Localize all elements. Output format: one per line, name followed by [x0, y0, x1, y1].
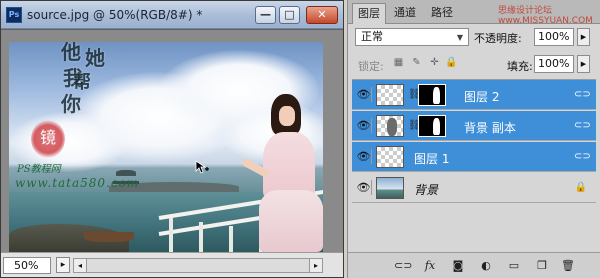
- panel-footer: ⊂⊃ fx ◙ ◐ ▭ ❐ 🗑: [348, 252, 600, 278]
- lock-all-icon[interactable]: 🔒: [445, 57, 458, 70]
- horizontal-scrollbar[interactable]: [87, 258, 309, 273]
- panel-tabs: 图层 通道 路径 思缘设计论坛 www.MISSYUAN.COM: [348, 0, 600, 26]
- site-watermark: 思缘设计论坛 www.MISSYUAN.COM: [498, 6, 593, 26]
- layer-name[interactable]: 图层 1: [414, 150, 449, 167]
- eye-icon[interactable]: 👁: [356, 180, 372, 195]
- zoom-field[interactable]: 50%: [3, 257, 51, 274]
- document-statusbar: 50% ▸ ◂ ▸: [1, 252, 343, 277]
- fill-field[interactable]: 100%: [534, 55, 574, 73]
- lock-image-icon[interactable]: ✎: [410, 57, 423, 70]
- eye-icon[interactable]: 👁: [356, 87, 372, 102]
- layer-thumbnail[interactable]: [376, 177, 404, 199]
- tab-paths[interactable]: 路径: [426, 3, 458, 24]
- tab-channels[interactable]: 通道: [389, 3, 421, 24]
- maximize-button[interactable]: □: [279, 6, 300, 24]
- figure-body: [263, 132, 315, 198]
- adjustment-layer-icon[interactable]: ◐: [478, 258, 494, 274]
- figure-dress: [259, 190, 323, 252]
- woman-figure: [240, 94, 323, 252]
- watermark-url: www.tata580.com: [15, 176, 140, 190]
- layer-list: 👁 ⛓ 图层 2 ⊂⊃ 👁 ⛓ 背景 副本 ⊂⊃ 👁 图层 1 ⊂⊃ 👁 背景 …: [352, 79, 596, 249]
- link-icon: ⊂⊃: [574, 120, 591, 131]
- move-cursor-icon: [195, 160, 209, 174]
- document-title: source.jpg @ 50%(RGB/8#) *: [27, 8, 203, 22]
- opacity-field[interactable]: 100%: [534, 28, 574, 46]
- document-window: Ps source.jpg @ 50%(RGB/8#) * — □ ✕ 他 她 …: [0, 0, 344, 278]
- document-image[interactable]: 他 她 我 帮 你 镜 PS教程网 www.tata580.com: [9, 42, 323, 252]
- layer-name[interactable]: 背景: [414, 181, 438, 198]
- link-layers-icon[interactable]: ⊂⊃: [394, 258, 412, 274]
- rail-post: [199, 222, 203, 252]
- layer-row[interactable]: 👁 ⛓ 背景 副本 ⊂⊃: [352, 111, 596, 141]
- close-button[interactable]: ✕: [306, 6, 338, 24]
- link-icon: ⊂⊃: [574, 151, 591, 162]
- calligraphy-char: 她: [85, 46, 105, 70]
- tab-layers[interactable]: 图层: [352, 3, 386, 24]
- chevron-down-icon: ▼: [456, 33, 464, 42]
- layer-name[interactable]: 背景 副本: [464, 119, 516, 136]
- eye-icon[interactable]: 👁: [356, 118, 372, 133]
- layer-mask-thumbnail[interactable]: [418, 84, 446, 106]
- scroll-left-button[interactable]: ◂: [73, 258, 87, 273]
- layer-thumbnail[interactable]: [376, 84, 404, 106]
- document-info-icon[interactable]: ▸: [56, 257, 70, 273]
- lock-transparency-icon[interactable]: ▦: [392, 57, 405, 70]
- link-icon: ⊂⊃: [574, 89, 591, 100]
- minimize-button[interactable]: —: [255, 6, 276, 24]
- scroll-right-button[interactable]: ▸: [309, 258, 323, 273]
- lock-position-icon[interactable]: ✛: [428, 57, 441, 70]
- eye-icon[interactable]: 👁: [356, 149, 372, 164]
- rail-post: [229, 226, 233, 252]
- layers-panel: 图层 通道 路径 思缘设计论坛 www.MISSYUAN.COM 正常 ▼ 不透…: [347, 0, 600, 278]
- opacity-label: 不透明度:: [474, 32, 522, 45]
- photoshop-app-icon: Ps: [6, 7, 22, 23]
- layer-name[interactable]: 图层 2: [464, 88, 499, 105]
- rail-post: [169, 218, 173, 252]
- layer-mask-thumbnail[interactable]: [418, 115, 446, 137]
- blend-mode-select[interactable]: 正常 ▼: [355, 28, 469, 46]
- lock-icon: 🔒: [574, 182, 588, 193]
- watermark-title: PS教程网: [17, 164, 61, 175]
- canvas-area[interactable]: 他 她 我 帮 你 镜 PS教程网 www.tata580.com: [1, 30, 343, 252]
- layer-row[interactable]: 👁 背景 🔒: [352, 173, 596, 203]
- layer-row[interactable]: 👁 图层 1 ⊂⊃: [352, 142, 596, 172]
- blend-mode-value: 正常: [361, 30, 383, 43]
- fill-slider-arrow-icon[interactable]: ▶: [577, 55, 590, 73]
- red-seal-stamp: 镜: [31, 120, 65, 158]
- new-group-icon[interactable]: ▭: [506, 258, 522, 274]
- add-mask-icon[interactable]: ◙: [450, 258, 466, 274]
- fx-icon[interactable]: fx: [422, 258, 438, 274]
- lock-label: 锁定:: [358, 60, 384, 73]
- trash-icon[interactable]: 🗑: [560, 258, 576, 274]
- calligraphy-char: 你: [61, 92, 81, 116]
- figure-face: [279, 106, 295, 126]
- new-layer-icon[interactable]: ❐: [534, 258, 550, 274]
- layer-thumbnail[interactable]: [376, 115, 404, 137]
- boat: [84, 232, 134, 242]
- document-titlebar[interactable]: Ps source.jpg @ 50%(RGB/8#) * — □ ✕: [1, 1, 343, 29]
- layer-thumbnail[interactable]: [376, 146, 404, 168]
- layer-row[interactable]: 👁 ⛓ 图层 2 ⊂⊃: [352, 80, 596, 110]
- fill-label: 填充:: [507, 60, 533, 73]
- opacity-slider-arrow-icon[interactable]: ▶: [577, 28, 590, 46]
